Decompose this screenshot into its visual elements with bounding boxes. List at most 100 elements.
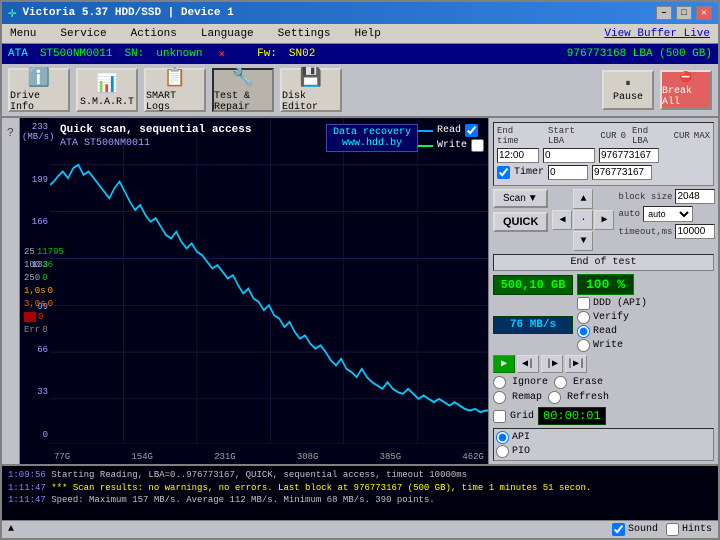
y-label-7: 0 xyxy=(22,430,48,440)
title-bar-left: ✛ Victoria 5.37 HDD/SSD | Device 1 xyxy=(8,5,234,22)
err-red-indicator xyxy=(24,312,36,322)
end-lba2-input[interactable] xyxy=(592,165,652,180)
drive-info-button[interactable]: ℹ️ Drive Info xyxy=(8,68,70,112)
ddd-checkbox[interactable] xyxy=(577,297,590,310)
write-radio[interactable] xyxy=(577,339,590,352)
disk-editor-button[interactable]: 💾 Disk Editor xyxy=(280,68,342,112)
timer-checkbox[interactable] xyxy=(497,166,510,179)
left-icon-1[interactable]: ? xyxy=(7,126,14,140)
graph-area: 233 (MB/s) 199 166 133 99 66 33 0 xyxy=(20,118,488,464)
scan-row: Scan ▼ xyxy=(493,189,548,208)
read-mode-label: Read xyxy=(593,326,617,337)
pause-button[interactable]: ⏸ Pause xyxy=(602,70,654,110)
arrow-up[interactable]: ▲ xyxy=(573,189,593,209)
close-button[interactable]: ✕ xyxy=(696,6,712,20)
toolbar-area: ATA ST500NM0011 SN: unknown ✕ Fw: SN02 9… xyxy=(2,44,718,118)
read-checkbox[interactable] xyxy=(465,124,478,137)
scan-button[interactable]: Scan ▼ xyxy=(493,189,548,208)
prev-button[interactable]: ◀| xyxy=(517,355,539,373)
err-label: Err xyxy=(24,325,40,335)
timer-input[interactable] xyxy=(548,165,588,180)
write-radio-row: Write xyxy=(577,339,647,352)
y-label-2: 166 xyxy=(22,217,48,227)
refresh-radio[interactable] xyxy=(548,391,561,404)
maximize-button[interactable]: □ xyxy=(676,6,692,20)
cur2-label: CUR xyxy=(674,131,690,141)
verify-radio[interactable] xyxy=(577,311,590,324)
pause-label: Pause xyxy=(613,92,643,103)
log-line-0: 1:09:56 Starting Reading, LBA=0..9767731… xyxy=(8,469,712,482)
err-1s: 1,0s 0 xyxy=(24,286,64,296)
err-3s: 3,0s 0 xyxy=(24,299,64,309)
erase-radio[interactable] xyxy=(554,376,567,389)
test-repair-button[interactable]: 🔧 Test & Repair xyxy=(212,68,274,112)
ignore-radio[interactable] xyxy=(493,376,506,389)
menu-view-buffer[interactable]: View Buffer Live xyxy=(600,27,714,41)
remap-radio[interactable] xyxy=(493,391,506,404)
arrow-down[interactable]: ▼ xyxy=(573,231,593,251)
legend-read: Read xyxy=(413,124,484,137)
end-of-test: End of test xyxy=(493,254,714,271)
err-100-label: 100 xyxy=(24,260,40,270)
right-panel: End time Start LBA CUR 0 End LBA CUR MAX xyxy=(488,118,718,464)
end-button[interactable]: |▶| xyxy=(565,355,587,373)
graph-subtitle: ATA ST500NM0011 xyxy=(60,138,150,149)
smart-logs-label: SMART Logs xyxy=(146,91,204,113)
hints-checkbox[interactable] xyxy=(666,523,679,536)
timeout-input[interactable] xyxy=(675,224,715,239)
mode-radio-group: DDD (API) Verify Read Write xyxy=(577,297,647,352)
err-25-label: 25 xyxy=(24,247,35,257)
menu-language[interactable]: Language xyxy=(197,27,258,41)
menu-settings[interactable]: Settings xyxy=(274,27,335,41)
minimize-button[interactable]: – xyxy=(656,6,672,20)
ignore-label: Ignore xyxy=(512,377,548,388)
scan-dropdown-icon: ▼ xyxy=(528,193,538,204)
auto-row: auto auto xyxy=(618,206,715,222)
log-time-1: 1:11:47 xyxy=(8,483,46,493)
next-button[interactable]: |▶ xyxy=(541,355,563,373)
time-input[interactable] xyxy=(497,148,539,163)
auto-select[interactable]: auto xyxy=(643,206,693,222)
arrow-center[interactable]: · xyxy=(573,210,593,230)
log-line-2: 1:11:47 Speed: Maximum 157 MB/s. Average… xyxy=(8,494,712,507)
read-legend-label: Read xyxy=(437,125,461,136)
menu-menu[interactable]: Menu xyxy=(6,27,40,41)
ignore-section: Ignore Erase Remap Refresh xyxy=(493,376,714,404)
scan-buttons: Scan ▼ QUICK xyxy=(493,189,548,232)
block-size-input[interactable] xyxy=(675,189,715,204)
arrow-left[interactable]: ◀ xyxy=(552,210,572,230)
play-button[interactable]: ▶ xyxy=(493,355,515,373)
block-size-label: block size xyxy=(618,192,672,202)
err-100: 100 26 xyxy=(24,260,64,270)
device-close[interactable]: ✕ xyxy=(218,47,225,61)
sound-checkbox[interactable] xyxy=(612,523,625,536)
grid-checkbox[interactable] xyxy=(493,410,506,423)
start-lba-input[interactable] xyxy=(543,148,595,163)
remap-label: Remap xyxy=(512,392,542,403)
err-3s-val: 0 xyxy=(48,299,53,309)
menu-help[interactable]: Help xyxy=(350,27,384,41)
menu-service[interactable]: Service xyxy=(56,27,110,41)
smart-button[interactable]: 📊 S.M.A.R.T xyxy=(76,68,138,112)
x-label-3: 308G xyxy=(297,452,319,462)
y-label-1: 199 xyxy=(22,175,48,185)
api-pio-section: API PIO xyxy=(493,428,714,461)
arrow-right[interactable]: ▶ xyxy=(594,210,614,230)
menu-actions[interactable]: Actions xyxy=(127,27,181,41)
err-25-val: 11795 xyxy=(37,247,64,257)
device-type: ATA xyxy=(8,48,28,60)
api-radio[interactable] xyxy=(496,431,509,444)
time-display: 00:00:01 xyxy=(538,407,606,425)
timeout-row: timeout,ms xyxy=(618,224,715,239)
end-lba-input[interactable] xyxy=(599,148,659,163)
break-all-button[interactable]: ⛔ Break All xyxy=(660,70,712,110)
remap-refresh-row: Remap Refresh xyxy=(493,391,714,404)
graph-legend: Read Write xyxy=(413,124,484,152)
pio-radio[interactable] xyxy=(496,445,509,458)
block-size-row: block size xyxy=(618,189,715,204)
quick-button[interactable]: QUICK xyxy=(493,212,548,232)
read-radio[interactable] xyxy=(577,325,590,338)
smart-logs-button[interactable]: 📋 SMART Logs xyxy=(144,68,206,112)
write-checkbox[interactable] xyxy=(471,139,484,152)
start-lba-label: Start LBA xyxy=(548,126,596,146)
